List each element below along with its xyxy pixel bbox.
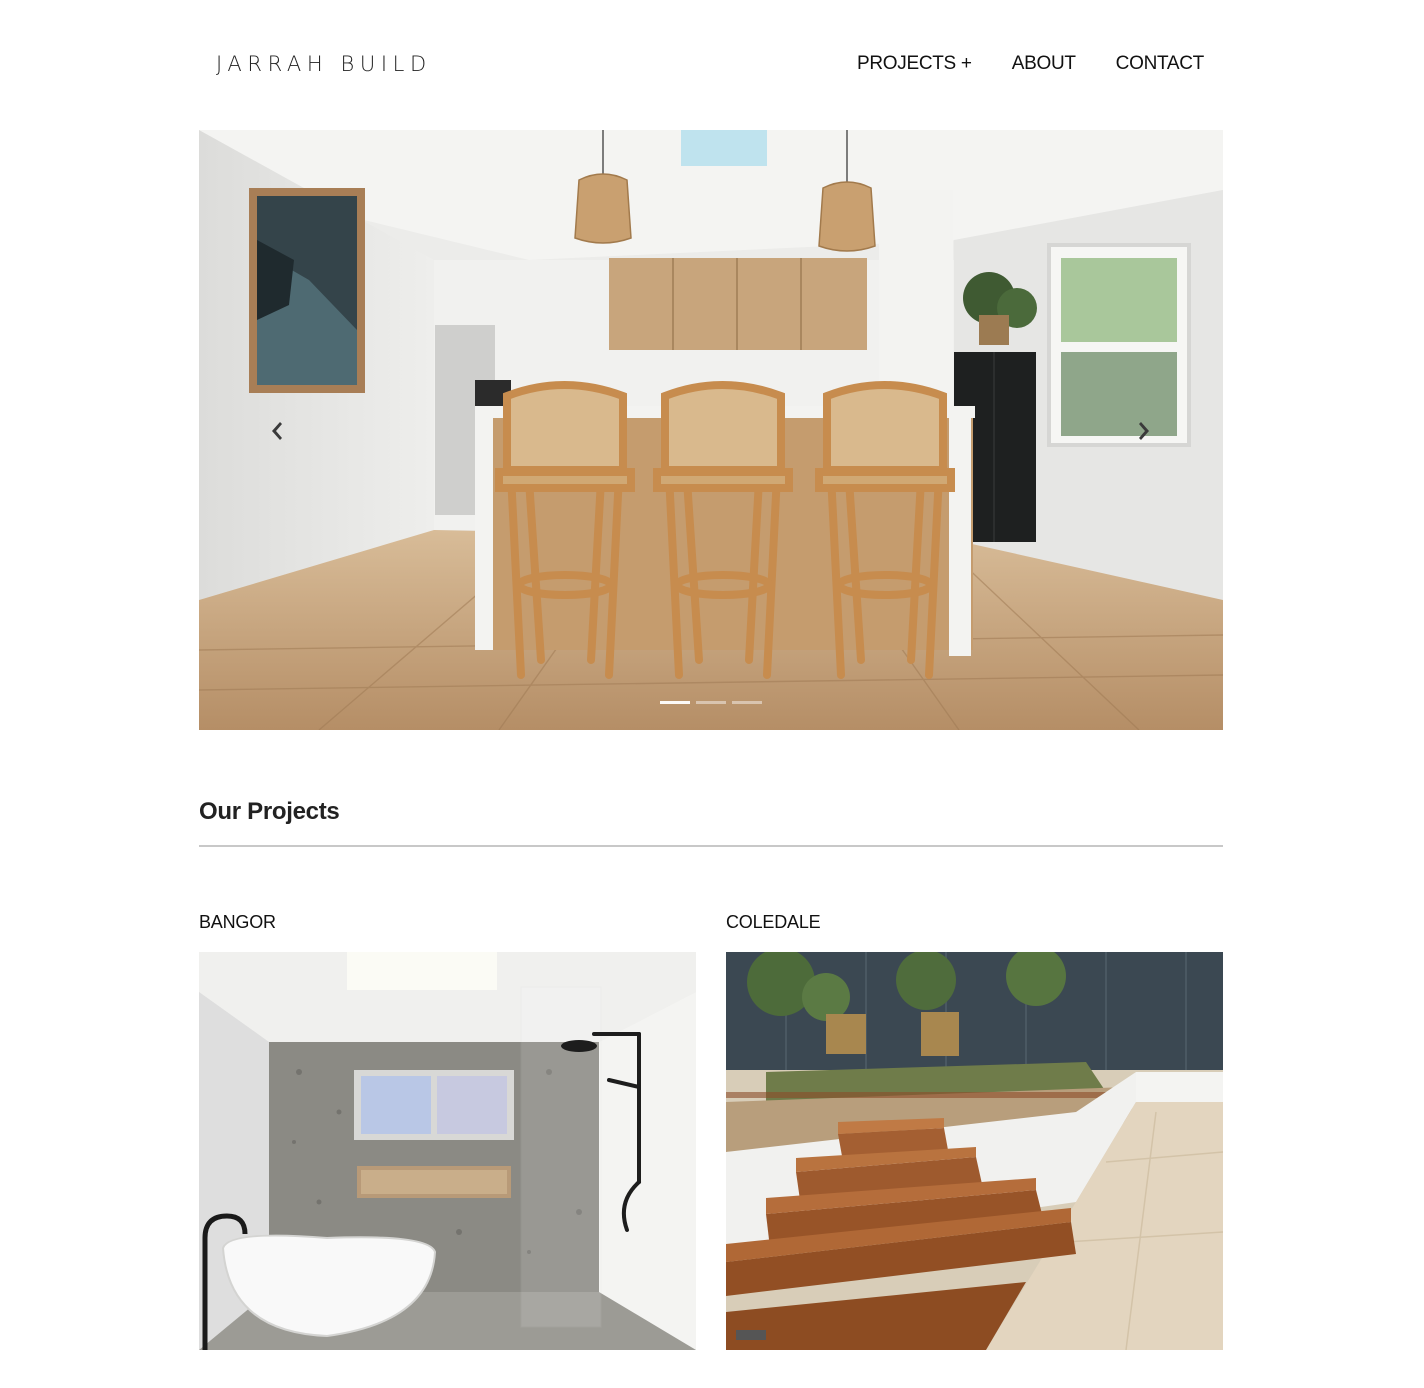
chevron-left-icon <box>272 422 282 440</box>
carousel-indicator-1[interactable] <box>660 701 690 704</box>
project-label-coledale[interactable]: COLEDALE <box>726 912 821 933</box>
section-divider <box>199 845 1223 847</box>
carousel-prev-button[interactable] <box>264 418 288 444</box>
hero-carousel-image <box>199 130 1223 730</box>
nav-projects-link[interactable]: PROJECTS + <box>857 50 972 78</box>
main-nav: PROJECTS + ABOUT CONTACT <box>857 50 1204 78</box>
project-label-bangor[interactable]: BANGOR <box>199 912 276 933</box>
garden-steps-photo <box>726 952 1223 1350</box>
carousel-next-button[interactable] <box>1133 418 1157 444</box>
project-image-bangor[interactable] <box>199 952 696 1350</box>
section-title: Our Projects <box>199 798 340 825</box>
bathroom-photo <box>199 952 696 1350</box>
chevron-right-icon <box>1139 422 1149 440</box>
carousel-indicators <box>660 701 762 704</box>
nav-contact-link[interactable]: CONTACT <box>1116 50 1205 78</box>
nav-about-link[interactable]: ABOUT <box>1012 50 1076 78</box>
site-header: JARRAH BUILD PROJECTS + ABOUT CONTACT <box>0 0 1424 130</box>
project-image-coledale[interactable] <box>726 952 1223 1350</box>
carousel-indicator-3[interactable] <box>732 701 762 704</box>
site-logo[interactable]: JARRAH BUILD <box>216 50 432 78</box>
kitchen-photo <box>199 130 1223 730</box>
carousel-indicator-2[interactable] <box>696 701 726 704</box>
